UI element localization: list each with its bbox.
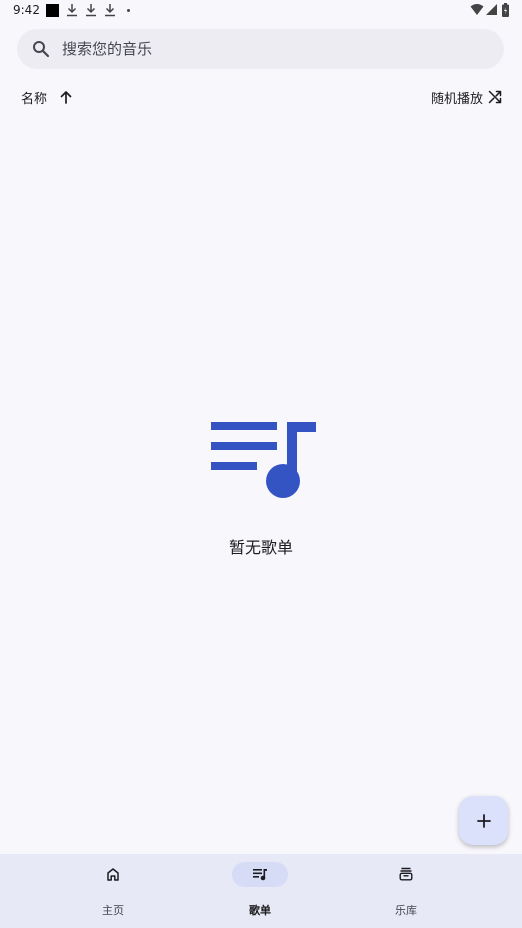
playlist-music-icon	[211, 422, 316, 498]
nav-item-home[interactable]: 主页	[63, 854, 163, 928]
shuffle-button[interactable]: 随机播放	[431, 87, 502, 107]
battery-icon	[502, 3, 509, 17]
nav-label-playlists: 歌单	[249, 904, 271, 917]
download-icon	[105, 4, 115, 17]
playlist-icon	[253, 869, 267, 881]
wifi-icon	[470, 4, 484, 15]
nav-label-home: 主页	[102, 904, 124, 917]
add-icon	[476, 813, 491, 828]
arrow-up-icon	[60, 91, 72, 104]
download-icon	[67, 4, 77, 17]
more-dot-icon	[127, 9, 130, 12]
nav-label-library: 乐库	[395, 904, 417, 917]
app-notification-icon	[46, 4, 59, 17]
nav-item-library[interactable]: 乐库	[356, 854, 456, 928]
search-bar[interactable]	[17, 29, 504, 69]
home-icon	[107, 868, 119, 881]
library-icon	[399, 867, 413, 881]
nav-item-playlists[interactable]: 歌单	[210, 854, 310, 928]
status-time: 9:42	[13, 3, 40, 17]
search-input[interactable]	[62, 29, 482, 69]
cellular-signal-icon	[486, 4, 497, 15]
status-bar: 9:42	[0, 0, 522, 22]
download-icon	[86, 4, 96, 17]
search-icon	[33, 41, 50, 58]
shuffle-icon	[488, 90, 502, 104]
sort-button[interactable]: 名称	[21, 87, 73, 107]
empty-message: 暂无歌单	[228, 538, 293, 557]
sort-label: 名称	[21, 91, 48, 107]
shuffle-label: 随机播放	[430, 91, 483, 107]
bottom-navigation: 主页 歌单 乐库	[0, 854, 522, 928]
add-playlist-button[interactable]	[459, 796, 508, 845]
